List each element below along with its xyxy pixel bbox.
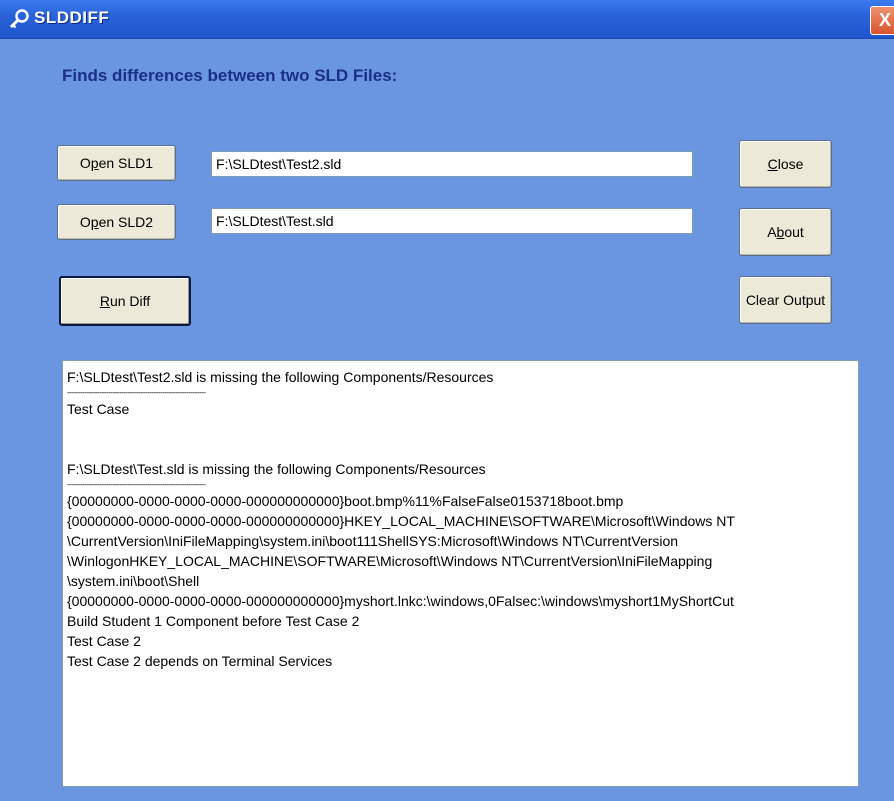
open-sld1-label: Open SLD1 bbox=[79, 155, 154, 171]
window-title: SLDDIFF bbox=[34, 8, 110, 27]
open-sld1-button[interactable]: Open SLD1 bbox=[57, 145, 176, 181]
page-heading: Finds differences between two SLD Files: bbox=[62, 66, 398, 85]
title-close-button[interactable]: X bbox=[870, 6, 894, 35]
output-line: \system.ini\boot\Shell bbox=[67, 573, 200, 589]
sld1-path-input[interactable]: F:\SLDtest\Test2.sld bbox=[211, 151, 693, 177]
output-separator: ----------------------------------------… bbox=[67, 388, 206, 397]
output-line: F:\SLDtest\Test2.sld is missing the foll… bbox=[67, 369, 494, 385]
open-sld2-button[interactable]: Open SLD2 bbox=[57, 204, 176, 240]
close-button[interactable]: Close bbox=[739, 140, 832, 188]
about-button[interactable]: About bbox=[739, 208, 832, 256]
close-label: Close bbox=[767, 156, 804, 172]
key-icon bbox=[9, 9, 29, 29]
run-diff-button[interactable]: Run Diff bbox=[59, 276, 191, 326]
output-line: Test Case bbox=[67, 401, 130, 417]
title-bar[interactable]: SLDDIFF X bbox=[0, 0, 894, 39]
sld2-path-input[interactable]: F:\SLDtest\Test.sld bbox=[211, 208, 693, 234]
clear-output-button[interactable]: Clear Output bbox=[739, 276, 832, 324]
output-line: {00000000-0000-0000-0000-000000000000}my… bbox=[67, 593, 734, 609]
run-diff-label: Run Diff bbox=[99, 293, 151, 309]
output-line: \WinlogonHKEY_LOCAL_MACHINE\SOFTWARE\Mic… bbox=[67, 553, 713, 569]
slddiff-window: SLDDIFF X Finds differences between two … bbox=[0, 0, 894, 801]
output-textarea[interactable]: F:\SLDtest\Test2.sld is missing the foll… bbox=[62, 360, 859, 787]
output-line: {00000000-0000-0000-0000-000000000000}HK… bbox=[67, 513, 735, 529]
open-sld2-label: Open SLD2 bbox=[79, 214, 154, 230]
output-separator: ----------------------------------------… bbox=[67, 480, 206, 489]
output-line: Test Case 2 bbox=[67, 633, 141, 649]
output-line: F:\SLDtest\Test.sld is missing the follo… bbox=[67, 461, 486, 477]
output-line: {00000000-0000-0000-0000-000000000000}bo… bbox=[67, 493, 624, 509]
output-line: Test Case 2 depends on Terminal Services bbox=[67, 653, 333, 669]
about-label: About bbox=[767, 224, 804, 240]
output-line: Build Student 1 Component before Test Ca… bbox=[67, 613, 360, 629]
output-line: \CurrentVersion\IniFileMapping\system.in… bbox=[67, 533, 679, 549]
